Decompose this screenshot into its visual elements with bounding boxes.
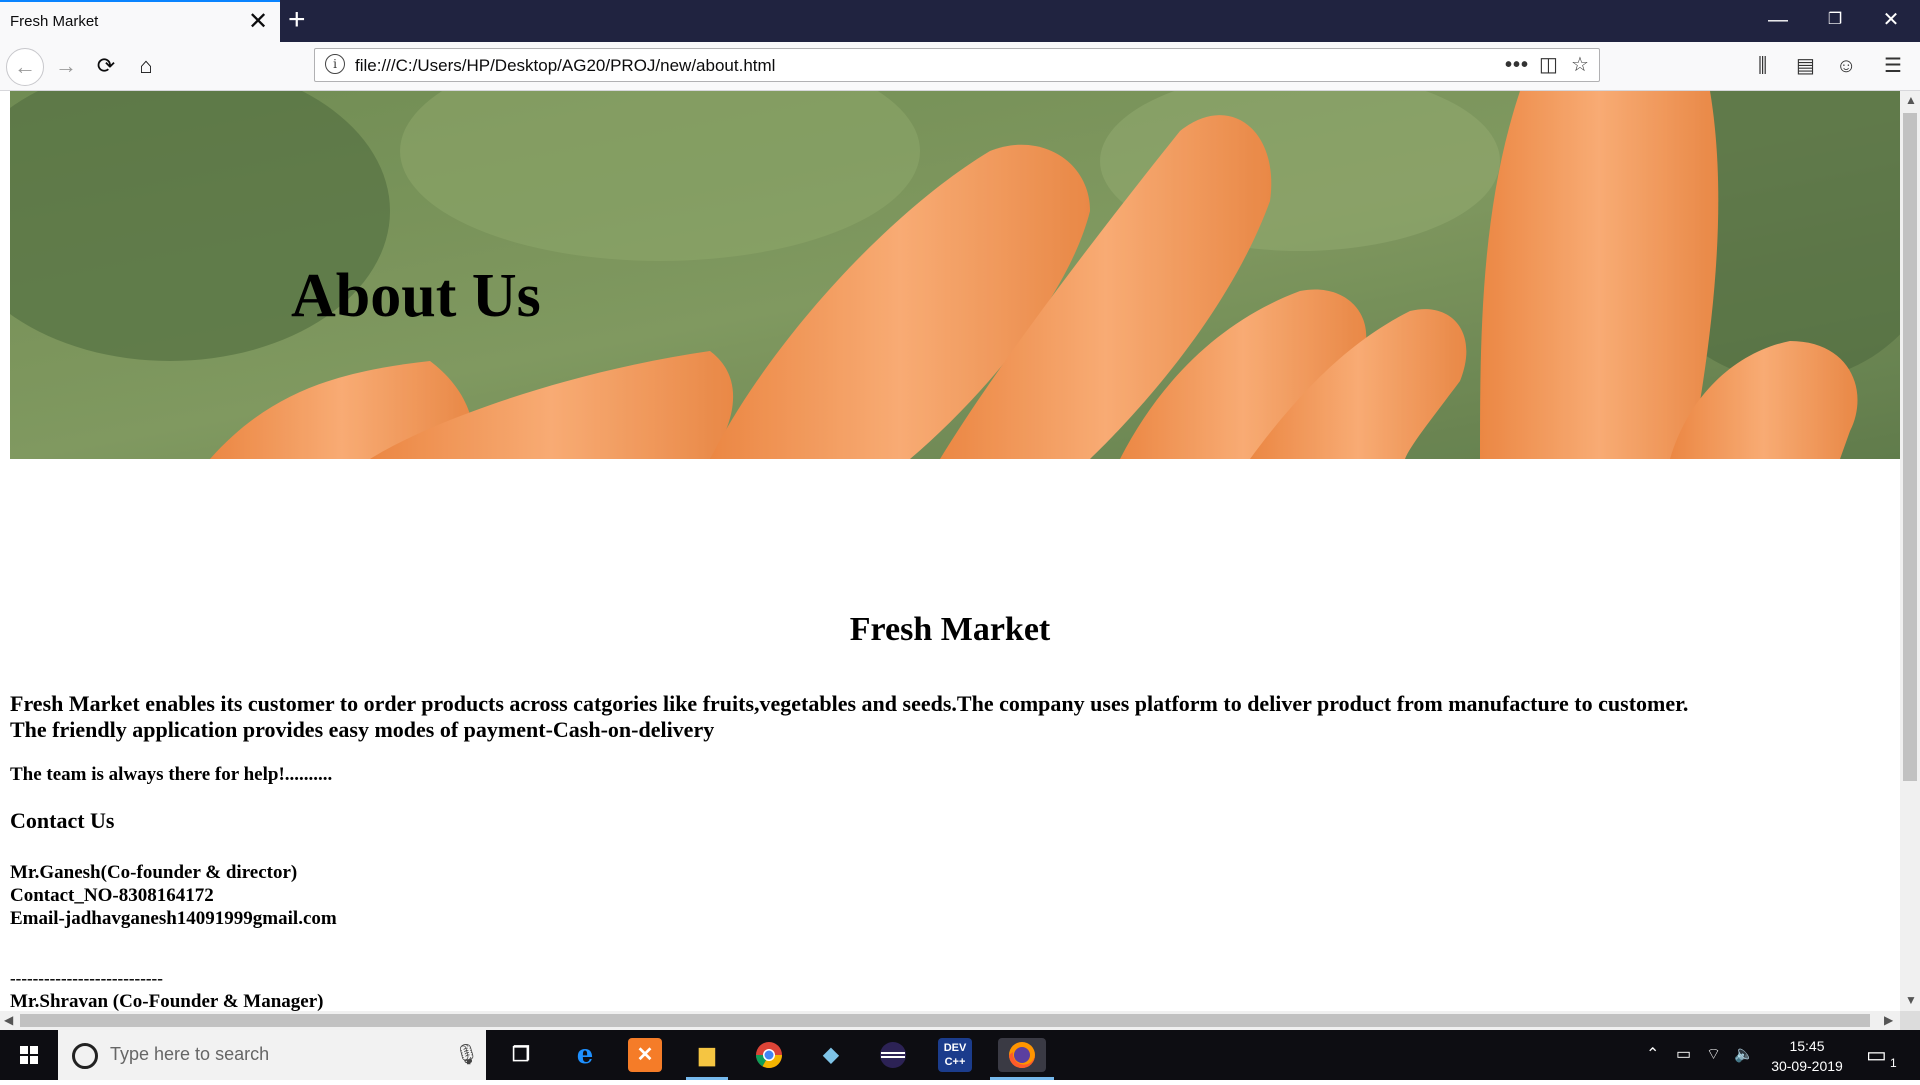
tab-title: Fresh Market xyxy=(10,13,99,30)
menu-icon[interactable]: ☰ xyxy=(1884,52,1902,80)
chrome-icon[interactable] xyxy=(752,1038,786,1072)
horizontal-scrollbar[interactable]: ◀ ▶ xyxy=(0,1011,1900,1030)
url-text[interactable]: file:///C:/Users/HP/Desktop/AG20/PROJ/ne… xyxy=(355,56,775,76)
xampp-icon[interactable]: ✕ xyxy=(628,1038,662,1072)
scroll-right-icon[interactable]: ▶ xyxy=(1884,1013,1893,1027)
scroll-left-icon[interactable]: ◀ xyxy=(4,1013,13,1027)
page-actions-icon[interactable]: ••• xyxy=(1505,51,1529,79)
library-icon[interactable]: ⫼ xyxy=(1758,52,1767,80)
scroll-corner xyxy=(1900,1011,1920,1030)
windows-taskbar: Type here to search 🎙 ❐ e ✕ ▆ ◆ DEV C++ ⌃… xyxy=(0,1030,1920,1080)
windows-logo-icon xyxy=(20,1046,38,1064)
start-button[interactable] xyxy=(0,1030,58,1080)
tab-fresh-market[interactable]: Fresh Market ✕ xyxy=(0,0,280,42)
back-button[interactable]: ← xyxy=(6,48,44,86)
cortana-icon xyxy=(72,1043,98,1069)
show-hidden-icons-icon[interactable]: ⌃ xyxy=(1646,1044,1659,1064)
edge-icon[interactable]: e xyxy=(568,1038,602,1072)
task-view-icon[interactable]: ❐ xyxy=(504,1038,538,1072)
arrow-left-icon: ← xyxy=(14,54,36,79)
pinned-app-icon[interactable]: ◆ xyxy=(814,1038,848,1072)
info-icon[interactable]: i xyxy=(325,54,345,74)
eclipse-icon[interactable] xyxy=(876,1038,910,1072)
battery-icon[interactable]: ▭ xyxy=(1676,1044,1691,1064)
contact-heading: Contact Us xyxy=(10,808,115,833)
person-name: Mr.Ganesh(Co-founder & director) xyxy=(10,862,298,883)
arrow-right-icon: → xyxy=(55,53,77,78)
wifi-icon[interactable]: ⌔ xyxy=(1706,1044,1721,1064)
reload-button[interactable]: ⟳ xyxy=(88,48,124,84)
microphone-icon[interactable]: 🎙 xyxy=(454,1042,479,1067)
clock-date: 30-09-2019 xyxy=(1771,1058,1843,1074)
reload-icon: ⟳ xyxy=(96,53,116,78)
tab-close-icon[interactable]: ✕ xyxy=(248,8,268,36)
separator: --------------------------- xyxy=(10,969,163,988)
minimize-button[interactable]: — xyxy=(1758,6,1798,34)
taskbar-clock[interactable]: 15:45 30-09-2019 xyxy=(1762,1036,1852,1076)
page-viewport: About Us Fresh Market Fresh Market enabl… xyxy=(0,91,1900,1011)
person-phone: Contact_NO-8308164172 xyxy=(10,885,214,906)
home-button[interactable]: ⌂ xyxy=(128,48,164,84)
description-line-2: The friendly application provides easy m… xyxy=(10,717,715,742)
forward-button[interactable]: → xyxy=(48,48,84,84)
taskbar-search-box[interactable]: Type here to search 🎙 xyxy=(58,1030,486,1080)
browser-navbar: ← → ⟳ ⌂ i file:///C:/Users/HP/Desktop/AG… xyxy=(0,42,1920,91)
sidebar-icon[interactable]: ▤ xyxy=(1796,52,1815,80)
scroll-up-icon[interactable]: ▲ xyxy=(1905,93,1917,107)
hero-banner: About Us xyxy=(10,91,1900,459)
file-explorer-icon[interactable]: ▆ xyxy=(690,1038,724,1072)
dev-cpp-icon[interactable]: DEV C++ xyxy=(938,1038,972,1072)
help-text: The team is always there for help!......… xyxy=(10,764,333,785)
close-window-button[interactable]: ✕ xyxy=(1871,6,1911,34)
clock-time: 15:45 xyxy=(1789,1038,1825,1054)
action-center-icon[interactable]: ▭ xyxy=(1866,1042,1887,1068)
pocket-icon[interactable]: ◫ xyxy=(1539,51,1558,79)
description: Fresh Market enables its customer to ord… xyxy=(10,691,1688,743)
person-email: Email-jadhavganesh14091999gmail.com xyxy=(10,908,337,929)
url-bar[interactable]: i file:///C:/Users/HP/Desktop/AG20/PROJ/… xyxy=(314,48,1600,82)
vertical-scroll-thumb[interactable] xyxy=(1903,113,1917,781)
firefox-icon[interactable] xyxy=(998,1038,1046,1072)
description-line-1: Fresh Market enables its customer to ord… xyxy=(10,691,1689,716)
volume-icon[interactable]: 🔈 xyxy=(1734,1044,1754,1064)
search-placeholder: Type here to search xyxy=(110,1044,270,1064)
new-tab-button[interactable]: + xyxy=(288,2,306,38)
contact-person-1: Mr.Ganesh(Co-founder & director) Contact… xyxy=(10,861,337,930)
browser-titlebar: Fresh Market ✕ + — ❐ ✕ xyxy=(0,0,1920,42)
vertical-scrollbar[interactable]: ▲ ▼ xyxy=(1900,91,1920,1011)
account-icon[interactable]: ☺ xyxy=(1836,52,1856,80)
brand-heading: Fresh Market xyxy=(849,611,1051,648)
notification-count: 1 xyxy=(1890,1056,1897,1070)
bookmark-star-icon[interactable]: ☆ xyxy=(1571,51,1589,79)
scroll-down-icon[interactable]: ▼ xyxy=(1905,993,1917,1007)
horizontal-scroll-thumb[interactable] xyxy=(20,1014,1870,1027)
contact-person-2-partial: Mr.Shravan (Co-Founder & Manager) xyxy=(10,991,324,1011)
restore-button[interactable]: ❐ xyxy=(1815,6,1855,34)
home-icon: ⌂ xyxy=(139,53,153,78)
hero-title: About Us xyxy=(291,262,541,330)
